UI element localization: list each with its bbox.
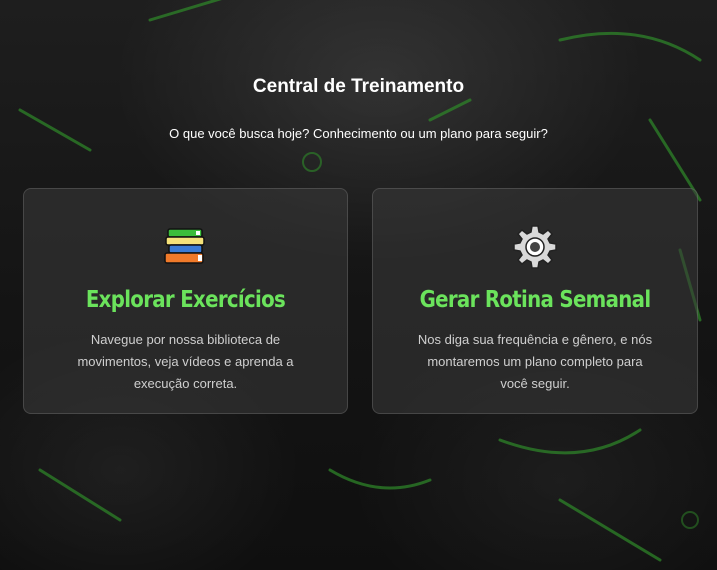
- card-description: Nos diga sua frequência e gênero, e nós …: [417, 332, 653, 391]
- explore-exercises-card[interactable]: Explorar Exercícios Navegue por nossa bi…: [23, 188, 348, 414]
- card-title: Explorar Exercícios: [85, 287, 286, 313]
- books-icon: [162, 223, 210, 271]
- card-title: Gerar Rotina Semanal: [419, 287, 652, 313]
- card-description: Navegue por nossa biblioteca de moviment…: [77, 332, 294, 391]
- page-subtitle: O que você busca hoje? Conhecimento ou u…: [169, 126, 548, 141]
- generate-routine-card[interactable]: Gerar Rotina Semanal Nos diga sua frequê…: [372, 188, 698, 414]
- gear-icon: [511, 223, 559, 271]
- page-title: Central de Treinamento: [252, 76, 465, 97]
